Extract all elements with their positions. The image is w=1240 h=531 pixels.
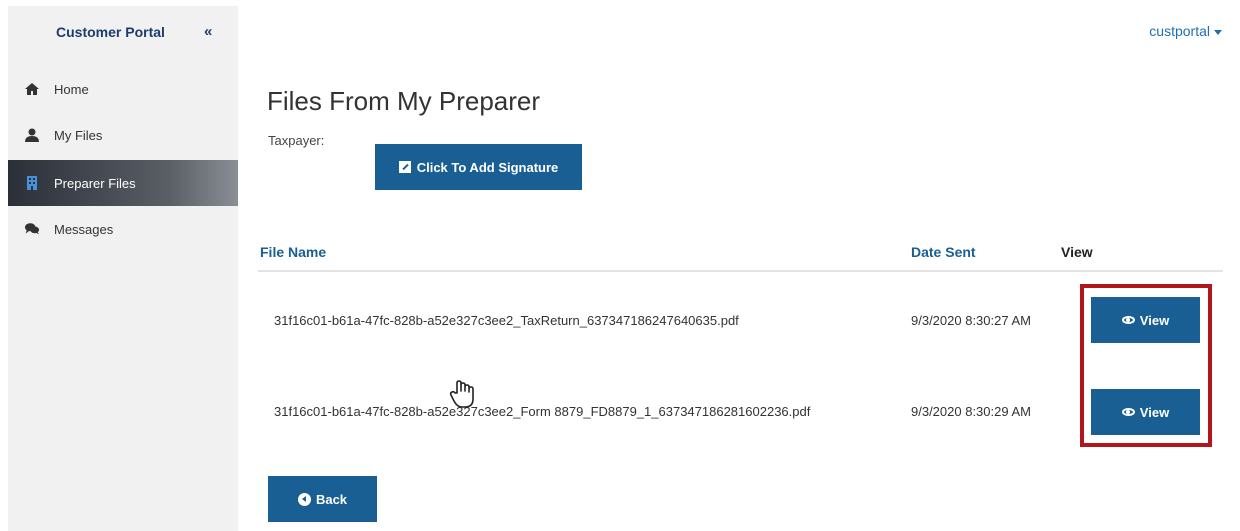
sidebar-item-messages[interactable]: Messages (8, 206, 238, 252)
home-icon (24, 81, 40, 97)
sidebar-item-label: Home (54, 81, 89, 97)
sidebar-item-label: Preparer Files (54, 175, 136, 191)
date-sent-cell: 9/3/2020 8:30:27 AM (911, 313, 1031, 328)
column-header-view: View (1061, 244, 1093, 260)
page-title: Files From My Preparer (267, 86, 541, 116)
caret-down-icon (1214, 29, 1222, 35)
table-header-divider (258, 270, 1223, 272)
edit-icon (398, 161, 411, 173)
collapse-sidebar-icon[interactable]: « (204, 23, 212, 40)
sidebar: Customer Portal « Home My Files Preparer… (8, 6, 238, 531)
back-button[interactable]: Back (268, 476, 377, 522)
column-header-file-name[interactable]: File Name (260, 244, 326, 260)
username: custportal (1149, 23, 1210, 39)
highlight-box (1080, 284, 1212, 447)
sidebar-item-label: Messages (54, 221, 114, 237)
add-signature-label: Click To Add Signature (416, 159, 559, 175)
file-name-cell: 31f16c01-b61a-47fc-828b-a52e327c3ee2_Tax… (274, 313, 739, 328)
sidebar-item-my-files[interactable]: My Files (8, 112, 238, 158)
building-icon (24, 175, 40, 191)
user-menu[interactable]: custportal (1149, 23, 1222, 39)
sidebar-item-preparer-files[interactable]: Preparer Files (8, 160, 238, 206)
taxpayer-label: Taxpayer: (268, 133, 325, 148)
brand-title: Customer Portal (56, 24, 165, 40)
chat-icon (24, 221, 40, 237)
hand-cursor-icon (449, 379, 475, 414)
add-signature-button[interactable]: Click To Add Signature (375, 144, 582, 190)
sidebar-item-home[interactable]: Home (8, 66, 238, 112)
back-label: Back (315, 491, 348, 507)
file-name-cell: 31f16c01-b61a-47fc-828b-a52e327c3ee2_For… (274, 404, 811, 419)
sidebar-item-label: My Files (54, 127, 103, 143)
date-sent-cell: 9/3/2020 8:30:29 AM (911, 404, 1031, 419)
back-arrow-icon (297, 492, 311, 506)
user-icon (24, 127, 40, 143)
column-header-date-sent[interactable]: Date Sent (911, 244, 976, 260)
